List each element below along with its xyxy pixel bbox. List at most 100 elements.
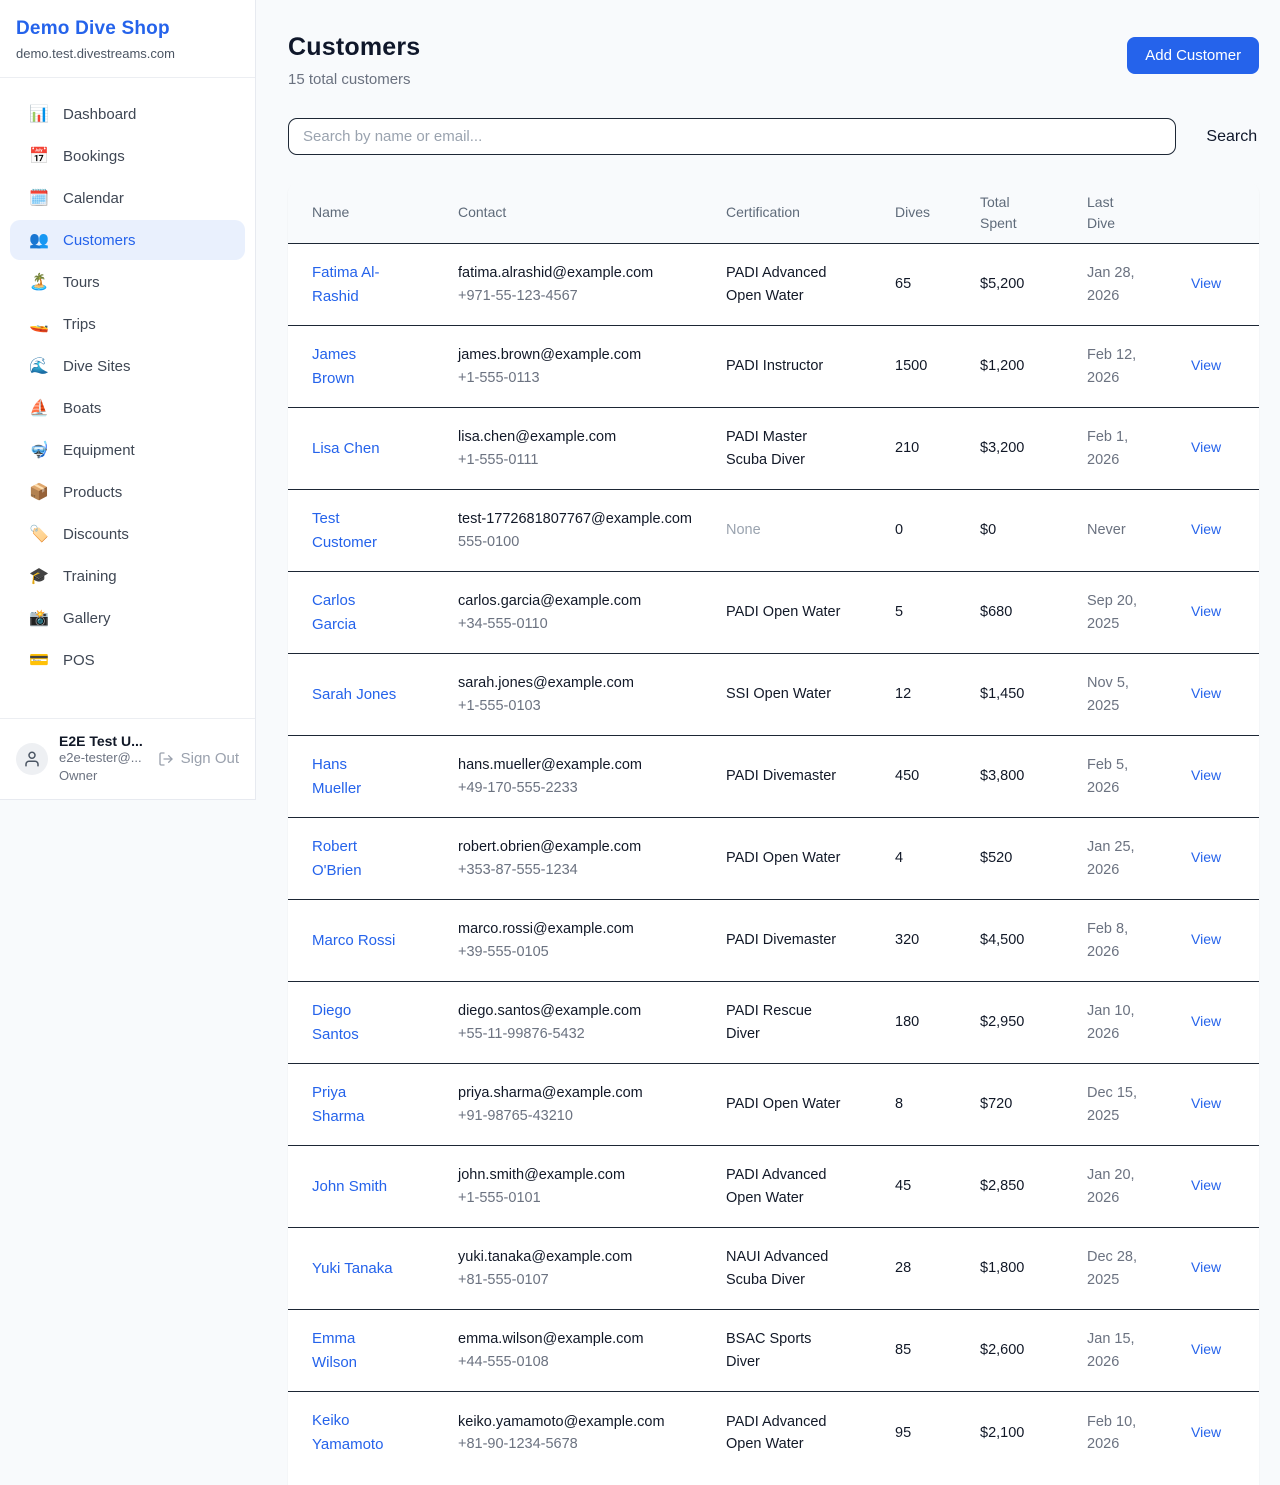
table-row: James Brown james.brown@example.com +1-5…: [288, 326, 1259, 408]
customer-name-link[interactable]: Test Customer: [312, 507, 398, 555]
sidebar-item-calendar[interactable]: 🗓️ Calendar: [10, 178, 245, 218]
customer-last-dive: Never: [1087, 519, 1191, 541]
sidebar-header: Demo Dive Shop demo.test.divestreams.com: [0, 0, 255, 78]
sidebar-item-label: Customers: [63, 232, 136, 249]
sidebar-item-dive-sites[interactable]: 🌊 Dive Sites: [10, 346, 245, 386]
customer-name-link[interactable]: Marco Rossi: [312, 929, 395, 953]
customer-last-dive: Sep 20, 2025: [1087, 590, 1191, 635]
sidebar-item-label: Tours: [63, 274, 100, 291]
view-link[interactable]: View: [1191, 521, 1221, 537]
table-row: Sarah Jones sarah.jones@example.com +1-5…: [288, 654, 1259, 736]
customer-phone: +44-555-0108: [458, 1351, 712, 1373]
customer-name-link[interactable]: Carlos Garcia: [312, 589, 398, 637]
sidebar-item-boats[interactable]: ⛵ Boats: [10, 388, 245, 428]
view-link[interactable]: View: [1191, 1013, 1221, 1029]
customer-name-link[interactable]: Lisa Chen: [312, 437, 380, 461]
view-link[interactable]: View: [1191, 1259, 1221, 1275]
sidebar-item-products[interactable]: 📦 Products: [10, 472, 245, 512]
sign-out-label: Sign Out: [181, 750, 239, 767]
customer-total-spent: $2,950: [980, 1011, 1087, 1033]
view-link[interactable]: View: [1191, 1177, 1221, 1193]
sidebar-item-gallery[interactable]: 📸 Gallery: [10, 598, 245, 638]
sidebar-item-equipment[interactable]: 🤿 Equipment: [10, 430, 245, 470]
page-title: Customers: [288, 33, 420, 62]
customer-dives: 0: [895, 519, 980, 541]
table-row: Marco Rossi marco.rossi@example.com +39-…: [288, 900, 1259, 982]
sidebar-item-customers[interactable]: 👥 Customers: [10, 220, 245, 260]
customer-dives: 45: [895, 1175, 980, 1197]
add-customer-button[interactable]: Add Customer: [1127, 37, 1259, 74]
dive-sites-icon: 🌊: [28, 356, 50, 376]
sidebar-nav: 📊 Dashboard 📅 Bookings 🗓️ Calendar 👥 Cus…: [0, 78, 255, 718]
customer-name-link[interactable]: Sarah Jones: [312, 683, 396, 707]
view-link[interactable]: View: [1191, 849, 1221, 865]
sidebar-item-bookings[interactable]: 📅 Bookings: [10, 136, 245, 176]
customer-name-link[interactable]: Hans Mueller: [312, 753, 398, 801]
customer-name-link[interactable]: Diego Santos: [312, 999, 398, 1047]
customer-name-link[interactable]: Priya Sharma: [312, 1081, 398, 1129]
view-link[interactable]: View: [1191, 1424, 1221, 1440]
sidebar-item-label: Training: [63, 568, 117, 585]
customer-dives: 320: [895, 929, 980, 951]
user-name: E2E Test U...: [59, 733, 147, 749]
customer-certification: None: [726, 519, 895, 541]
customer-last-dive: Feb 12, 2026: [1087, 344, 1191, 389]
user-icon: [23, 750, 41, 768]
customer-certification: PADI Rescue Diver: [726, 1000, 895, 1045]
sidebar-item-label: Trips: [63, 316, 96, 333]
sidebar-item-discounts[interactable]: 🏷️ Discounts: [10, 514, 245, 554]
customer-last-dive: Feb 8, 2026: [1087, 918, 1191, 963]
customer-email: marco.rossi@example.com: [458, 918, 712, 940]
view-link[interactable]: View: [1191, 767, 1221, 783]
sidebar-item-trips[interactable]: 🚤 Trips: [10, 304, 245, 344]
customer-total-spent: $2,850: [980, 1175, 1087, 1197]
customer-name-link[interactable]: John Smith: [312, 1175, 387, 1199]
sign-out-icon: [158, 751, 174, 767]
customer-dives: 95: [895, 1422, 980, 1444]
customer-total-spent: $520: [980, 847, 1087, 869]
view-link[interactable]: View: [1191, 1341, 1221, 1357]
customer-dives: 8: [895, 1093, 980, 1115]
customer-name-link[interactable]: Yuki Tanaka: [312, 1257, 393, 1281]
customer-email: test-1772681807767@example.com: [458, 508, 712, 530]
customer-name-link[interactable]: Fatima Al-Rashid: [312, 261, 398, 309]
sidebar-item-tours[interactable]: 🏝️ Tours: [10, 262, 245, 302]
view-link[interactable]: View: [1191, 439, 1221, 455]
customer-name-link[interactable]: Robert O'Brien: [312, 835, 398, 883]
view-link[interactable]: View: [1191, 603, 1221, 619]
customer-email: carlos.garcia@example.com: [458, 590, 712, 612]
view-link[interactable]: View: [1191, 357, 1221, 373]
view-link[interactable]: View: [1191, 931, 1221, 947]
view-link[interactable]: View: [1191, 685, 1221, 701]
customer-name-link[interactable]: Keiko Yamamoto: [312, 1409, 398, 1457]
sidebar-item-training[interactable]: 🎓 Training: [10, 556, 245, 596]
customer-total-spent: $1,450: [980, 683, 1087, 705]
customer-certification: PADI Advanced Open Water: [726, 1411, 895, 1456]
sign-out-button[interactable]: Sign Out: [158, 750, 239, 767]
customer-total-spent: $0: [980, 519, 1087, 541]
table-row: Hans Mueller hans.mueller@example.com +4…: [288, 736, 1259, 818]
view-link[interactable]: View: [1191, 1095, 1221, 1111]
search-button[interactable]: Search: [1204, 122, 1259, 152]
table-row: Robert O'Brien robert.obrien@example.com…: [288, 818, 1259, 900]
sidebar-item-dashboard[interactable]: 📊 Dashboard: [10, 94, 245, 134]
column-header-last-dive: Last Dive: [1087, 192, 1191, 233]
customer-last-dive: Dec 15, 2025: [1087, 1082, 1191, 1127]
customer-phone: +49-170-555-2233: [458, 777, 712, 799]
training-icon: 🎓: [28, 566, 50, 586]
sidebar-item-pos[interactable]: 💳 POS: [10, 640, 245, 680]
table-row: Fatima Al-Rashid fatima.alrashid@example…: [288, 244, 1259, 326]
customer-last-dive: Jan 10, 2026: [1087, 1000, 1191, 1045]
page-header: Customers 15 total customers Add Custome…: [288, 33, 1259, 88]
customer-certification: NAUI Advanced Scuba Diver: [726, 1246, 895, 1291]
customer-name-link[interactable]: Emma Wilson: [312, 1327, 398, 1375]
search-bar: Search: [288, 118, 1259, 155]
customer-phone: +55-11-99876-5432: [458, 1023, 712, 1045]
sidebar-item-label: POS: [63, 652, 95, 669]
table-row: Yuki Tanaka yuki.tanaka@example.com +81-…: [288, 1228, 1259, 1310]
search-input[interactable]: [288, 118, 1176, 155]
view-link[interactable]: View: [1191, 275, 1221, 291]
table-row: John Smith john.smith@example.com +1-555…: [288, 1146, 1259, 1228]
customer-count: 15 total customers: [288, 71, 420, 88]
customer-name-link[interactable]: James Brown: [312, 343, 398, 391]
